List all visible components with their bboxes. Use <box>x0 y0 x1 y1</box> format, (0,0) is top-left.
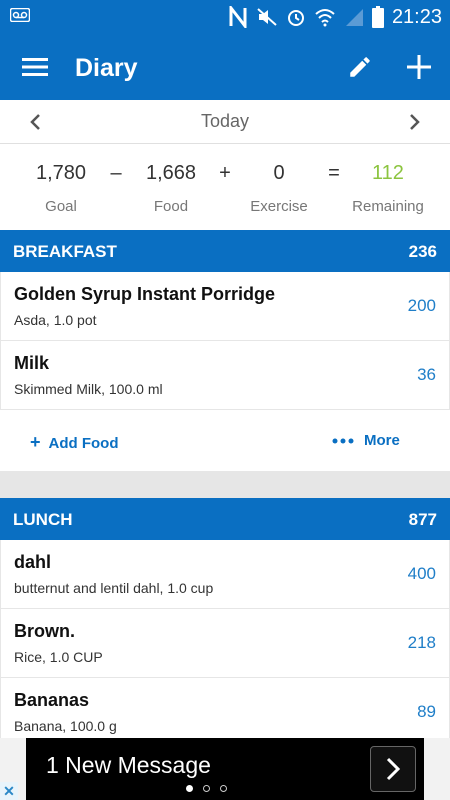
goal-label: Goal <box>45 198 77 215</box>
food-name: Brown. <box>14 621 75 641</box>
exercise-value: 0 <box>273 162 285 184</box>
equals-operator: = <box>328 162 340 184</box>
food-name: dahl <box>14 552 52 572</box>
meal-name: LUNCH <box>13 510 73 529</box>
mute-icon <box>257 8 277 26</box>
meal-name: BREAKFAST <box>13 242 117 261</box>
voicemail-icon <box>10 8 30 22</box>
food-description: Rice, 1.0 CUP <box>14 649 103 665</box>
food-entry[interactable]: Brown. Rice, 1.0 CUP 218 <box>0 609 450 678</box>
food-name: Bananas <box>14 690 90 710</box>
app-bar: Diary <box>0 34 450 100</box>
food-description: Banana, 100.0 g <box>14 718 117 734</box>
remaining-value: 112 <box>372 162 404 184</box>
menu-icon[interactable] <box>22 55 48 79</box>
add-food-label: Add Food <box>48 435 119 452</box>
food-entry[interactable]: Milk Skimmed Milk, 100.0 ml 36 <box>0 341 450 410</box>
food-calories: 218 <box>407 633 436 652</box>
food-name: Golden Syrup Instant Porridge <box>14 284 276 304</box>
food-value: 1,668 <box>145 162 197 184</box>
chevron-right-icon <box>386 757 401 781</box>
page-title: Diary <box>75 54 138 82</box>
calorie-summary: 1,780 – 1,668 + 0 = 112 Goal Food Exerci… <box>0 144 450 230</box>
food-description: Skimmed Milk, 100.0 ml <box>14 381 163 397</box>
meal-total: 877 <box>408 510 437 529</box>
food-entry[interactable]: dahl butternut and lentil dahl, 1.0 cup … <box>0 540 450 609</box>
alarm-icon <box>287 10 304 26</box>
chevron-right-icon[interactable] <box>402 110 426 134</box>
goal-value: 1,780 <box>35 162 87 184</box>
ad-message: 1 New Message <box>46 752 211 778</box>
signal-icon <box>345 9 363 26</box>
plus-operator: + <box>219 162 231 184</box>
food-calories: 400 <box>407 564 436 583</box>
food-calories: 200 <box>407 296 436 315</box>
ad-pager <box>186 785 227 792</box>
more-button[interactable]: More <box>332 432 400 449</box>
battery-icon <box>371 6 384 28</box>
wifi-icon <box>315 9 335 27</box>
pager-dot <box>203 785 210 792</box>
pager-dot <box>220 785 227 792</box>
food-entry[interactable]: Golden Syrup Instant Porridge Asda, 1.0 … <box>0 272 450 341</box>
food-label: Food <box>153 198 189 215</box>
ad-banner[interactable]: 1 New Message ✕ <box>0 738 450 800</box>
food-description: Asda, 1.0 pot <box>14 312 97 328</box>
food-name: Milk <box>14 353 50 373</box>
add-food-button[interactable]: + Add Food <box>30 432 119 453</box>
breakfast-header[interactable]: BREAKFAST 236 <box>0 230 450 272</box>
section-divider <box>0 471 450 498</box>
date-navigator: Today <box>0 100 450 144</box>
edit-pencil-icon[interactable] <box>347 54 373 80</box>
exercise-label: Exercise <box>250 198 308 215</box>
more-dots-icon <box>332 438 354 444</box>
ad-open-button[interactable] <box>370 746 416 792</box>
meal-total: 236 <box>408 242 437 261</box>
nfc-icon <box>229 6 247 28</box>
lunch-header[interactable]: LUNCH 877 <box>0 498 450 540</box>
food-entry[interactable]: Bananas Banana, 100.0 g 89 <box>0 678 450 747</box>
plus-icon: + <box>30 432 41 452</box>
ad-content[interactable]: 1 New Message <box>26 738 424 800</box>
food-calories: 36 <box>417 365 436 384</box>
breakfast-actions: + Add Food More <box>0 411 450 471</box>
more-label: More <box>364 432 400 449</box>
minus-operator: – <box>110 162 122 184</box>
pager-dot <box>186 785 193 792</box>
clock: 21:23 <box>391 6 442 28</box>
current-date[interactable]: Today <box>0 111 450 132</box>
status-bar: 21:23 <box>0 0 450 34</box>
food-calories: 89 <box>417 702 436 721</box>
ad-close-icon[interactable]: ✕ <box>0 782 18 800</box>
food-description: butternut and lentil dahl, 1.0 cup <box>14 580 214 596</box>
add-plus-icon[interactable] <box>405 53 433 81</box>
remaining-label: Remaining <box>352 198 424 215</box>
